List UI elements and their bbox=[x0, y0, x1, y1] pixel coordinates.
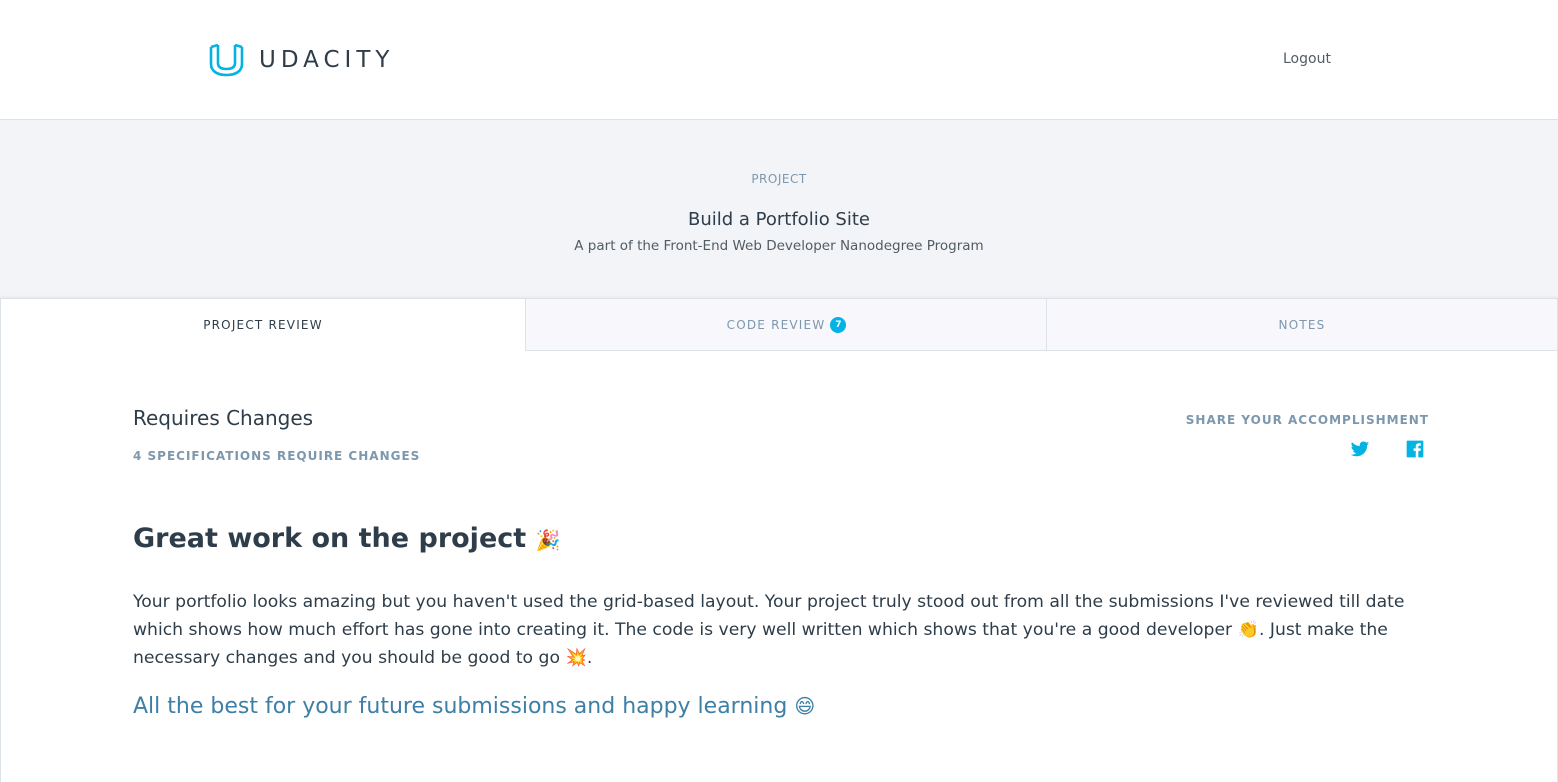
tab-label: CODE REVIEW bbox=[726, 317, 826, 332]
logout-link[interactable]: Logout bbox=[1283, 51, 1331, 67]
tab-notes[interactable]: NOTES bbox=[1046, 299, 1557, 351]
review-heading: Great work on the project 🎉 bbox=[133, 523, 560, 554]
tab-code-review[interactable]: CODE REVIEW 7 bbox=[525, 299, 1047, 351]
review-card: PROJECT REVIEW CODE REVIEW 7 NOTES Requi… bbox=[0, 298, 1558, 782]
facebook-icon[interactable] bbox=[1405, 439, 1425, 459]
tab-project-review[interactable]: PROJECT REVIEW bbox=[1, 299, 525, 351]
project-eyebrow: PROJECT bbox=[751, 172, 807, 186]
smiling-face-icon: 😄 bbox=[794, 694, 816, 718]
party-popper-icon: 🎉 bbox=[535, 528, 561, 552]
udacity-logo-icon bbox=[209, 43, 244, 77]
top-navbar: UDACITY Logout bbox=[0, 0, 1558, 120]
review-closing-text: All the best for your future submissions… bbox=[133, 694, 788, 719]
twitter-icon[interactable] bbox=[1350, 439, 1370, 459]
project-title: Build a Portfolio Site bbox=[688, 209, 870, 230]
review-status: Requires Changes bbox=[133, 406, 314, 430]
review-body-text: . bbox=[586, 648, 593, 668]
code-review-count-badge: 7 bbox=[830, 316, 847, 333]
udacity-logo[interactable]: UDACITY bbox=[208, 42, 394, 78]
share-label: SHARE YOUR ACCOMPLISHMENT bbox=[1185, 413, 1429, 427]
review-closing: All the best for your future submissions… bbox=[133, 694, 815, 719]
review-status-detail: 4 SPECIFICATIONS REQUIRE CHANGES bbox=[133, 449, 421, 463]
tab-label: NOTES bbox=[1278, 317, 1326, 332]
brand-name: UDACITY bbox=[259, 47, 395, 73]
review-body-text: Your portfolio looks amazing but you hav… bbox=[133, 592, 1405, 640]
project-subtitle: A part of the Front-End Web Developer Na… bbox=[574, 238, 984, 254]
review-tabs: PROJECT REVIEW CODE REVIEW 7 NOTES bbox=[1, 299, 1557, 352]
project-banner: PROJECT Build a Portfolio Site A part of… bbox=[0, 120, 1558, 298]
clapping-hands-icon: 👏 bbox=[1237, 620, 1259, 640]
tab-label: PROJECT REVIEW bbox=[203, 318, 323, 332]
review-body: Your portfolio looks amazing but you hav… bbox=[133, 588, 1433, 672]
review-heading-text: Great work on the project bbox=[133, 523, 527, 554]
collision-icon: 💥 bbox=[565, 648, 587, 668]
